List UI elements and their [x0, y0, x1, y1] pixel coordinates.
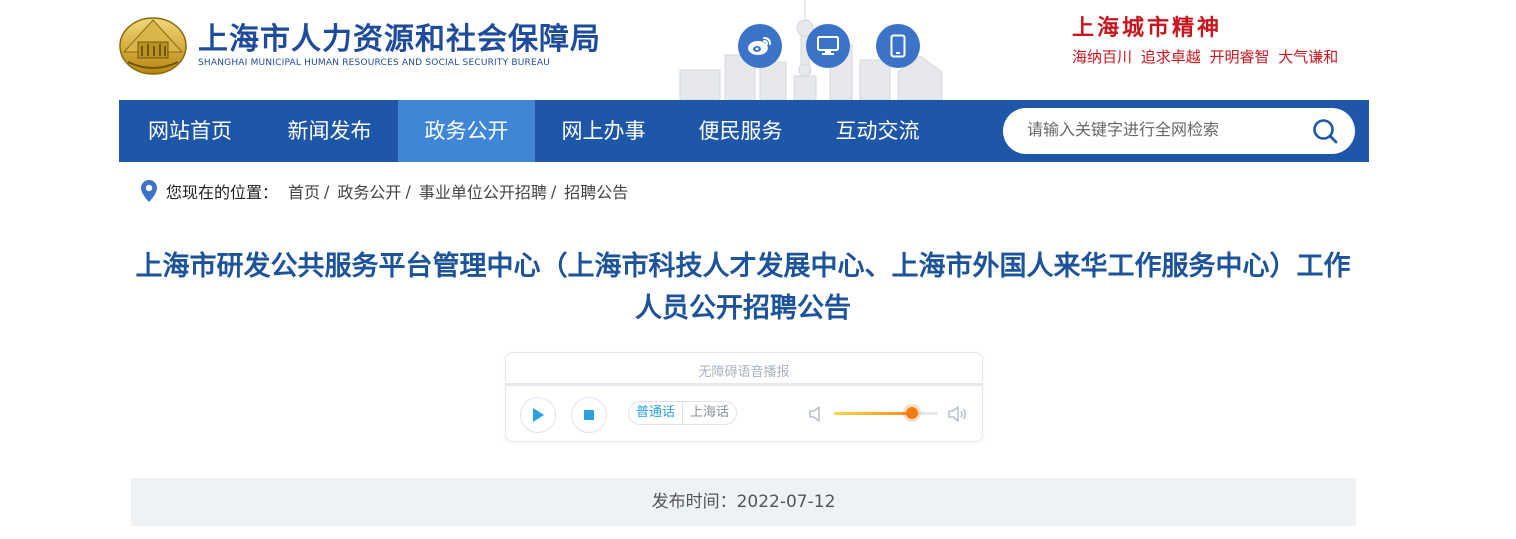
main-nav: 网站首页 新闻发布 政务公开 网上办事 便民服务 互动交流: [119, 100, 1369, 162]
volume-low-icon[interactable]: [806, 403, 828, 425]
audio-player: 无障碍语音播报 普通话 上海话: [505, 352, 983, 442]
mobile-icon[interactable]: [876, 24, 920, 68]
audio-progress-bar[interactable]: [506, 383, 982, 386]
stop-icon: [584, 410, 594, 420]
nav-item-interaction[interactable]: 互动交流: [809, 100, 946, 162]
publish-time-label: 发布时间：: [651, 492, 737, 512]
search-icon[interactable]: [1311, 117, 1339, 145]
nav-item-government-affairs[interactable]: 政务公开: [398, 100, 535, 162]
site-header: 上海市人力资源和社会保障局 SHANGHAI MUNICIPAL HUMAN R…: [0, 0, 1516, 100]
breadcrumb-separator: /: [324, 181, 330, 201]
bureau-logo[interactable]: [118, 12, 188, 76]
site-subtitle: SHANGHAI MUNICIPAL HUMAN RESOURCES AND S…: [198, 58, 551, 68]
location-pin-icon: [141, 180, 157, 202]
breadcrumb-home[interactable]: 首页: [288, 179, 320, 203]
search-input[interactable]: [1027, 116, 1297, 146]
breadcrumb-public-recruitment[interactable]: 事业单位公开招聘: [419, 179, 547, 203]
nav-item-news[interactable]: 新闻发布: [261, 100, 398, 162]
breadcrumb-government-affairs[interactable]: 政务公开: [337, 179, 401, 203]
language-shanghainese[interactable]: 上海话: [683, 402, 736, 424]
publish-time-bar: 发布时间：2022-07-12: [131, 478, 1356, 526]
publish-date: 2022-07-12: [736, 492, 836, 512]
search-box: [1003, 108, 1355, 154]
site-title: 上海市人力资源和社会保障局: [198, 22, 601, 57]
language-mandarin[interactable]: 普通话: [629, 402, 684, 424]
volume-slider-handle[interactable]: [906, 407, 918, 419]
article-title: 上海市研发公共服务平台管理中心（上海市科技人才发展中心、上海市外国人来华工作服务…: [135, 251, 1351, 324]
breadcrumb: 您现在的位置： 首页 / 政务公开 / 事业单位公开招聘 / 招聘公告: [140, 178, 628, 204]
language-toggle: 普通话 上海话: [628, 401, 738, 425]
city-spirit-values: 海纳百川 追求卓越 开明睿智 大气谦和: [1072, 48, 1339, 66]
audio-player-title: 无障碍语音播报: [698, 365, 790, 380]
volume-slider-fill: [834, 412, 912, 415]
stop-button[interactable]: [571, 397, 607, 433]
breadcrumb-separator: /: [405, 181, 411, 201]
breadcrumb-separator: /: [550, 181, 557, 201]
play-icon: [533, 408, 544, 422]
weibo-icon[interactable]: [738, 24, 782, 68]
nav-item-online-services[interactable]: 网上办事: [535, 100, 672, 162]
breadcrumb-label: 您现在的位置：: [166, 183, 279, 202]
volume-high-icon[interactable]: [946, 403, 968, 425]
volume-slider[interactable]: [834, 407, 938, 419]
desktop-icon[interactable]: [806, 24, 850, 68]
nav-item-public-services[interactable]: 便民服务: [672, 100, 809, 162]
nav-item-home[interactable]: 网站首页: [119, 100, 261, 162]
city-spirit-title: 上海城市精神: [1072, 15, 1223, 41]
play-button[interactable]: [520, 397, 556, 433]
breadcrumb-recruitment-notice[interactable]: 招聘公告: [564, 179, 628, 203]
